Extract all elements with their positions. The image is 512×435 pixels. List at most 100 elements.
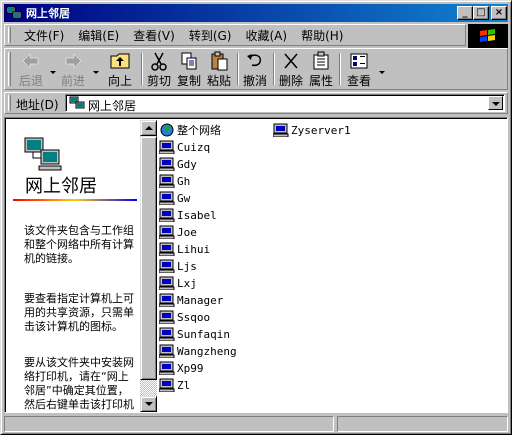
- info-paragraph-2: 要查看指定计算机上可用的共享资源，只需单击该计算机的图标。: [24, 292, 134, 333]
- address-bar: 地址(D) 网上邻居: [4, 92, 508, 114]
- properties-label: 属性: [308, 74, 333, 88]
- back-button[interactable]: 后退: [15, 51, 47, 88]
- folder-view: 网上邻居 该文件夹包含与工作组和整个网络中所有计算机的链接。 要查看指定计算机上…: [4, 117, 508, 413]
- address-dropdown-button[interactable]: [488, 96, 503, 110]
- info-paragraph-3: 要从该文件夹中安装网络打印机，请在“网上邻居”中确定其位置，然后右键单击该打印机: [24, 356, 134, 411]
- copy-button[interactable]: 复制: [175, 51, 203, 88]
- list-item[interactable]: Zyserver1: [272, 122, 351, 138]
- address-input[interactable]: 网上邻居: [88, 97, 136, 114]
- list-item[interactable]: Gdy: [158, 156, 197, 172]
- forward-arrow-icon: [57, 51, 89, 71]
- views-label: 查看: [346, 74, 371, 88]
- list-item-label: Ssqoo: [177, 310, 211, 324]
- computer-icon: [158, 310, 175, 325]
- address-label: 地址(D): [16, 98, 59, 112]
- list-item[interactable]: Ljs: [158, 258, 197, 274]
- list-item[interactable]: Gh: [158, 173, 191, 189]
- computer-icon: [158, 276, 175, 291]
- properties-icon: [307, 51, 335, 71]
- info-paragraph-1: 该文件夹包含与工作组和整个网络中所有计算机的链接。: [24, 224, 134, 265]
- back-arrow-icon: [15, 51, 47, 71]
- list-item-label: Gdy: [177, 157, 197, 171]
- list-item[interactable]: Ssqoo: [158, 309, 211, 325]
- delete-x-icon: [277, 51, 305, 71]
- undo-button[interactable]: 撤消: [241, 51, 269, 88]
- cut-label: 剪切: [146, 74, 171, 88]
- paste-button[interactable]: 粘贴: [205, 51, 233, 88]
- maximize-button[interactable]: □: [473, 6, 489, 20]
- computer-icon: [158, 208, 175, 223]
- scroll-thumb[interactable]: [140, 136, 157, 380]
- toolbar-separator: [237, 53, 239, 85]
- cut-button[interactable]: 剪切: [145, 51, 173, 88]
- delete-button[interactable]: 删除: [277, 51, 305, 88]
- toolbar-separator: [141, 53, 143, 85]
- copy-label: 复制: [176, 74, 201, 88]
- list-item[interactable]: Cuizq: [158, 139, 211, 155]
- network-neighborhood-icon: [23, 136, 63, 172]
- undo-label: 撤消: [242, 74, 267, 88]
- menubar-grip[interactable]: [8, 27, 11, 43]
- close-button[interactable]: ×: [491, 6, 507, 20]
- list-item-label: Cuizq: [177, 140, 211, 154]
- toolbar-grip[interactable]: [8, 52, 11, 86]
- list-item-label: Zl: [177, 378, 191, 392]
- forward-dropdown-icon[interactable]: [93, 71, 99, 74]
- paste-label: 粘贴: [206, 74, 231, 88]
- list-item[interactable]: Xp99: [158, 360, 204, 376]
- status-bar: [4, 415, 508, 433]
- toolbar-separator: [273, 53, 275, 85]
- list-item[interactable]: Lxj: [158, 275, 197, 291]
- back-dropdown-icon[interactable]: [50, 71, 56, 74]
- scroll-down-button[interactable]: [140, 396, 157, 412]
- minimize-button[interactable]: _: [457, 6, 473, 20]
- address-combobox[interactable]: 网上邻居: [65, 94, 505, 114]
- list-item-label: Manager: [177, 293, 224, 307]
- list-item[interactable]: Zl: [158, 377, 191, 393]
- menu-favorites[interactable]: 收藏(A): [238, 27, 294, 44]
- menu-file[interactable]: 文件(F): [17, 27, 71, 44]
- paste-clipboard-icon: [205, 51, 233, 71]
- list-item-label: 整个网络: [177, 124, 221, 137]
- list-item[interactable]: Joe: [158, 224, 197, 240]
- list-item[interactable]: Gw: [158, 190, 191, 206]
- list-item-label: Isabel: [177, 208, 217, 222]
- title-bar[interactable]: 网上邻居 _ □ ×: [4, 4, 508, 22]
- file-list: 整个网络 Cuizq Gdy Gh Gw Isabel Joe Lihui Ljs Lxj Mana…: [157, 120, 507, 412]
- list-item[interactable]: Manager: [158, 292, 224, 308]
- list-item[interactable]: Isabel: [158, 207, 217, 223]
- menu-bar: 文件(F) 编辑(E) 查看(V) 转到(G) 收藏(A) 帮助(H): [4, 24, 466, 46]
- list-item-label: Lxj: [177, 276, 197, 290]
- info-pane-scrollbar[interactable]: [140, 120, 157, 412]
- up-label: 向上: [107, 74, 132, 88]
- list-item[interactable]: Sunfaqin: [158, 326, 230, 342]
- scissors-icon: [145, 51, 173, 71]
- up-folder-icon: [103, 51, 137, 71]
- up-button[interactable]: 向上: [103, 51, 137, 88]
- computer-icon: [158, 259, 175, 274]
- list-item-label: Xp99: [177, 361, 204, 375]
- list-item[interactable]: 整个网络: [159, 122, 221, 138]
- list-item-label: Ljs: [177, 259, 197, 273]
- computer-icon: [158, 174, 175, 189]
- scroll-up-button[interactable]: [140, 120, 157, 136]
- views-dropdown-icon[interactable]: [379, 71, 385, 74]
- windows-logo-icon: [468, 24, 508, 48]
- list-item-label: Gh: [177, 174, 191, 188]
- list-item[interactable]: Lihui: [158, 241, 210, 257]
- menu-go[interactable]: 转到(G): [182, 27, 239, 44]
- properties-button[interactable]: 属性: [307, 51, 335, 88]
- forward-button[interactable]: 前进: [57, 51, 89, 88]
- menu-view[interactable]: 查看(V): [126, 27, 182, 44]
- menu-edit[interactable]: 编辑(E): [71, 27, 126, 44]
- addressbar-grip[interactable]: [8, 95, 11, 111]
- computer-icon: [158, 378, 175, 393]
- status-cell-zone: [337, 416, 508, 432]
- delete-label: 删除: [278, 74, 303, 88]
- network-neighborhood-icon: [6, 6, 22, 20]
- pane-title: 网上邻居: [25, 176, 97, 197]
- list-item[interactable]: Wangzheng: [158, 343, 237, 359]
- menu-help[interactable]: 帮助(H): [294, 27, 350, 44]
- list-item-label: Gw: [177, 191, 191, 205]
- views-button[interactable]: 查看: [343, 51, 375, 88]
